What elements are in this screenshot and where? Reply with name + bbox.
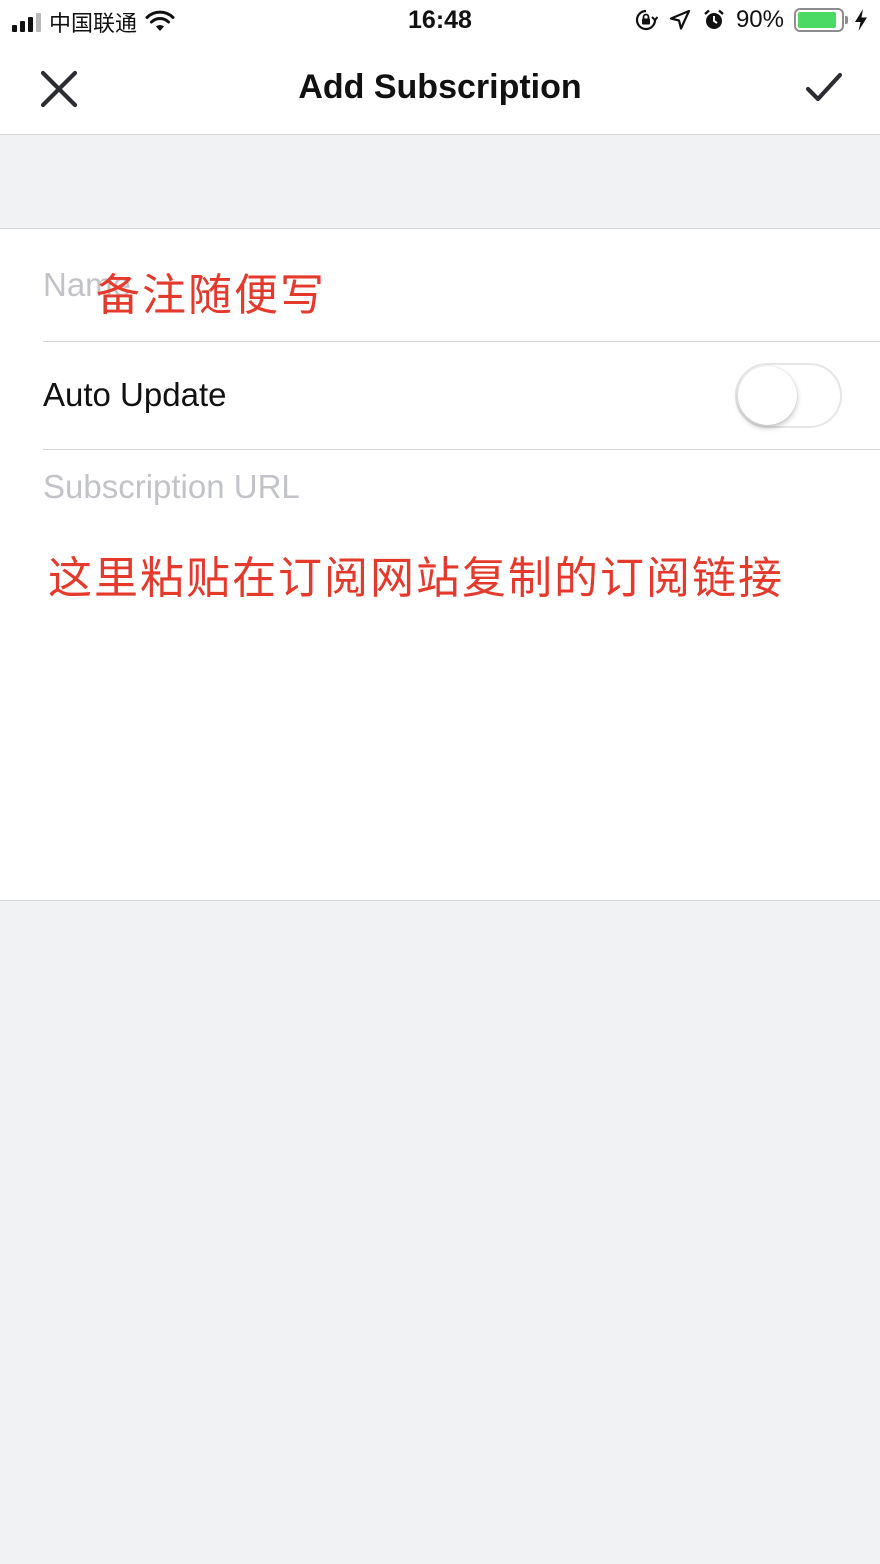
status-right: 90% <box>634 6 868 34</box>
checkmark-icon[interactable] <box>804 68 844 108</box>
url-row: 这里粘贴在订阅网站复制的订阅链接 <box>0 450 880 900</box>
subscription-form: 备注随便写 Auto Update 这里粘贴在订阅网站复制的订阅链接 <box>0 228 880 901</box>
name-annotation: 备注随便写 <box>96 270 326 321</box>
location-icon <box>669 9 691 30</box>
battery-fill <box>798 12 836 28</box>
charging-icon <box>855 9 867 31</box>
battery-icon <box>794 8 848 32</box>
subscription-url-input[interactable] <box>43 468 833 888</box>
status-bar: 中国联通 16:48 90% <box>0 0 880 40</box>
page-title: Add Subscription <box>298 68 582 106</box>
auto-update-toggle[interactable] <box>735 363 842 428</box>
name-row: 备注随便写 <box>0 229 880 342</box>
url-annotation: 这里粘贴在订阅网站复制的订阅链接 <box>48 553 784 604</box>
nav-bar: Add Subscription <box>0 40 880 135</box>
auto-update-row: Auto Update <box>0 342 880 449</box>
alarm-icon <box>704 9 724 29</box>
orientation-lock-icon <box>635 9 658 31</box>
toggle-knob <box>738 366 797 425</box>
auto-update-label: Auto Update <box>43 376 227 413</box>
battery-percent: 90% <box>735 6 784 33</box>
